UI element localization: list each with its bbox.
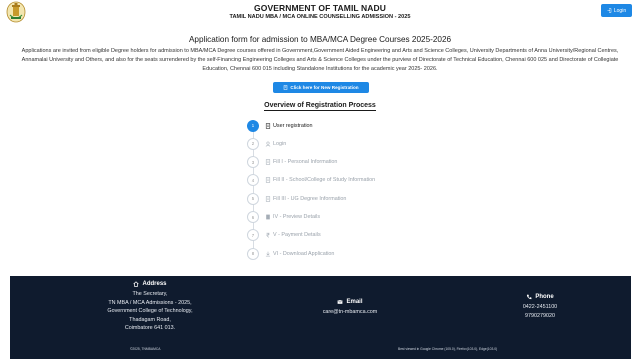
form-icon	[265, 122, 271, 129]
step-number: 5	[247, 192, 259, 205]
address-line: Coimbatore 641 013.	[124, 325, 176, 331]
overview-title: Overview of Registration Process	[264, 102, 376, 111]
new-registration-label: Click here for New Registration	[290, 85, 359, 90]
step-label: V - Payment Details	[273, 232, 321, 239]
phone-numbers: 0422-2451100 9790279020	[490, 303, 590, 320]
phone-icon	[527, 294, 532, 300]
footer-phone: Phone 0422-2451100 9790279020	[490, 294, 590, 320]
form-icon	[284, 85, 288, 90]
new-registration-button[interactable]: Click here for New Registration	[273, 82, 369, 93]
page-subtitle: TAMIL NADU MBA / MCA ONLINE COUNSELLING …	[229, 14, 411, 20]
step-number: 3	[247, 156, 259, 169]
step-number: 2	[247, 137, 259, 150]
page-header: GOVERNMENT OF TAMIL NADU TAMIL NADU MBA …	[0, 0, 640, 26]
form-icon	[265, 159, 271, 165]
form-icon	[265, 177, 271, 184]
document-icon	[265, 214, 271, 220]
page-title: GOVERNMENT OF TAMIL NADU	[254, 3, 386, 13]
phone-number: 0422-2451100	[522, 304, 558, 310]
browser-note: Best viewed in Google Chrome (105.0), Fi…	[398, 347, 498, 351]
step-label: User registration	[273, 122, 313, 129]
step-5: 5 Fill III - UG Degree Information	[247, 192, 347, 205]
phone-heading: Phone	[535, 294, 554, 300]
step-number: 4	[247, 174, 259, 187]
step-label: IV - Preview Details	[273, 214, 321, 220]
address-line: Government College of Technology,	[107, 308, 193, 314]
step-number: 1	[247, 119, 259, 132]
address-line: Thadagam Road,	[129, 316, 171, 323]
step-4: 4 Fill II - School/College of Study Infor…	[247, 174, 376, 187]
step-6: 6 IV - Preview Details	[247, 211, 321, 223]
email-heading: Email	[346, 299, 363, 305]
download-icon	[265, 251, 271, 257]
envelope-icon	[337, 300, 344, 304]
step-2: 2 Login	[247, 137, 287, 150]
step-number: 8	[247, 247, 259, 260]
step-3: 3 Fill I - Personal Information	[247, 156, 338, 169]
step-label: Fill II - School/College of Study Inform…	[273, 177, 376, 184]
login-button[interactable]: Login	[601, 4, 632, 17]
step-label: Fill III - UG Degree Information	[273, 195, 347, 202]
form-icon	[265, 196, 271, 202]
address-heading: Address	[142, 281, 167, 287]
address-lines: The Secretary, TN MBA / MCA Admissions - …	[70, 290, 230, 333]
intro-text: Applications are invited from eligible D…	[21, 48, 619, 72]
step-label: VI - Download Application	[273, 250, 335, 257]
home-icon	[133, 281, 140, 287]
login-button-label: Login	[613, 7, 627, 14]
step-1: 1 User registration	[247, 119, 313, 132]
form-title: Application form for admission to MBA/MC…	[188, 35, 452, 44]
page-footer: Address The Secretary, TN MBA / MCA Admis…	[10, 276, 631, 359]
footer-address: Address The Secretary, TN MBA / MCA Admis…	[70, 281, 230, 333]
copyright-text: ©2025, TNMBAMCA	[130, 347, 161, 351]
rupee-icon	[265, 232, 271, 238]
user-icon	[265, 141, 271, 147]
email-link[interactable]: care@tn-mbamca.com	[280, 308, 420, 317]
footer-email: Email care@tn-mbamca.com	[280, 299, 420, 317]
step-7: 7 V - Payment Details	[247, 229, 321, 242]
step-8: 8 VI - Download Application	[247, 247, 335, 260]
step-label: Fill I - Personal Information	[273, 159, 338, 166]
step-number: 7	[247, 229, 259, 242]
address-line: The Secretary,	[132, 291, 168, 297]
address-line: TN MBA / MCA Admissions - 2025,	[108, 299, 192, 306]
phone-number: 9790279020	[525, 312, 555, 319]
login-icon	[607, 8, 612, 13]
step-label: Login	[273, 140, 287, 147]
step-number: 6	[247, 211, 259, 223]
